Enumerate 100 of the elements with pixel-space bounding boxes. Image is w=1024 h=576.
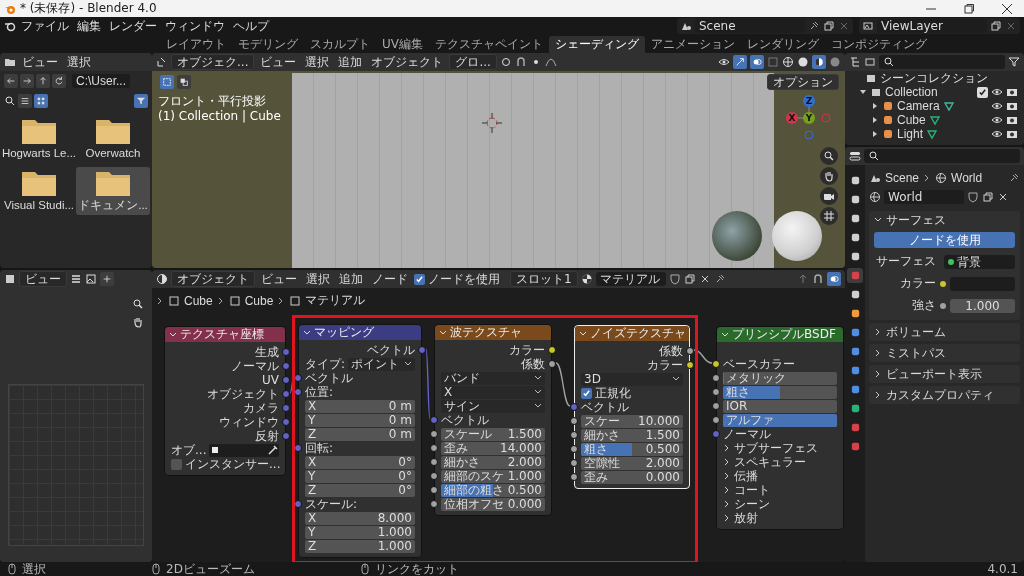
menu-item[interactable]: オブジェクト bbox=[368, 55, 447, 69]
checkbox[interactable] bbox=[171, 458, 182, 470]
expand-triangle-icon[interactable] bbox=[859, 88, 867, 96]
workspace-tab[interactable]: スカルプト bbox=[304, 36, 376, 53]
camera-icon[interactable] bbox=[820, 187, 838, 205]
number-field[interactable]: 位相オフセ 0.000 bbox=[441, 497, 545, 511]
select-mode-icon[interactable] bbox=[177, 75, 191, 89]
socket-dot[interactable] bbox=[940, 302, 946, 309]
dropdown[interactable]: X bbox=[441, 385, 545, 399]
folder-item[interactable]: Visual Studi... bbox=[2, 167, 76, 215]
camera-icon[interactable] bbox=[1006, 128, 1018, 140]
material-field[interactable]: マテリアル bbox=[595, 272, 666, 286]
socket-dot[interactable] bbox=[712, 402, 720, 410]
number-field[interactable]: 細かさ 1.500 bbox=[581, 428, 683, 442]
number-field[interactable]: X 0° bbox=[305, 455, 415, 469]
use-nodes-button[interactable]: ノードを使用 bbox=[874, 232, 1015, 248]
chevron-down-icon[interactable] bbox=[303, 328, 311, 337]
options-dropdown[interactable]: オプション bbox=[767, 74, 839, 90]
light-data-icon[interactable] bbox=[926, 128, 939, 140]
socket-dot[interactable] bbox=[430, 458, 438, 466]
eye-icon[interactable] bbox=[718, 56, 730, 68]
dropdown[interactable]: サイン bbox=[441, 399, 545, 413]
select-box-icon[interactable] bbox=[160, 75, 174, 89]
outliner-icon[interactable] bbox=[849, 56, 861, 68]
blender-logo-icon[interactable] bbox=[4, 20, 16, 32]
object-field[interactable] bbox=[209, 443, 279, 457]
menu-item[interactable]: 追加 bbox=[336, 272, 366, 286]
menu-item[interactable]: ファイル bbox=[18, 19, 72, 33]
node-header[interactable]: 波テクスチャ bbox=[435, 325, 551, 340]
zoom-icon[interactable] bbox=[820, 147, 838, 165]
gizmo-icon[interactable] bbox=[733, 55, 747, 69]
material-shading-icon[interactable] bbox=[812, 55, 826, 69]
socket-dot[interactable] bbox=[570, 403, 578, 411]
socket-dot[interactable] bbox=[282, 404, 290, 412]
pin-icon[interactable] bbox=[1008, 172, 1020, 184]
number-field[interactable]: Z 1.000 bbox=[305, 539, 415, 553]
socket-dot[interactable] bbox=[430, 430, 438, 438]
panel-header[interactable]: ビューポート表示 bbox=[869, 365, 1020, 383]
node-header[interactable]: マッピング bbox=[299, 325, 421, 340]
socket-dot[interactable] bbox=[570, 459, 578, 467]
camera-icon[interactable] bbox=[1006, 100, 1018, 112]
mesh-data-icon[interactable] bbox=[928, 114, 941, 126]
pivot-icon[interactable] bbox=[499, 56, 512, 68]
chevron-down-icon[interactable] bbox=[169, 330, 177, 339]
camera-icon[interactable] bbox=[1006, 114, 1018, 126]
workspace-tab[interactable]: シェーディング bbox=[549, 36, 645, 53]
snap-icon[interactable] bbox=[514, 56, 527, 68]
number-field[interactable]: Y 0° bbox=[305, 469, 415, 483]
socket-dot[interactable] bbox=[548, 346, 556, 354]
socket-dot[interactable] bbox=[712, 374, 720, 382]
node-header[interactable]: プリンシプルBSDF bbox=[717, 327, 843, 342]
socket-dot[interactable] bbox=[570, 431, 578, 439]
view-layer-field[interactable]: ViewLayer bbox=[877, 19, 987, 33]
strength-field[interactable]: 1.000 bbox=[950, 298, 1015, 313]
number-field[interactable]: 空隙性 2.000 bbox=[581, 456, 683, 470]
checkbox[interactable] bbox=[977, 86, 988, 98]
world-field[interactable]: World bbox=[884, 190, 964, 204]
dropdown[interactable]: ポイント bbox=[348, 357, 415, 371]
grid-icon[interactable] bbox=[820, 207, 838, 225]
socket-dot[interactable] bbox=[430, 472, 438, 480]
snap-icon[interactable] bbox=[812, 273, 824, 285]
refresh-icon[interactable] bbox=[52, 74, 66, 88]
menu-item[interactable]: ビュー bbox=[19, 55, 61, 69]
shield-icon[interactable] bbox=[668, 273, 681, 285]
search-field[interactable] bbox=[879, 55, 1005, 69]
socket-dot[interactable] bbox=[282, 432, 290, 440]
expand-triangle-icon[interactable] bbox=[871, 116, 879, 124]
number-field[interactable]: Z 0 m bbox=[305, 427, 415, 441]
properties-icon[interactable] bbox=[849, 150, 861, 162]
expand-triangle-icon[interactable] bbox=[871, 102, 879, 110]
eyedropper-icon[interactable] bbox=[267, 444, 279, 456]
workspace-tab[interactable]: レイアウト bbox=[160, 36, 232, 53]
menu-item[interactable]: 編集 bbox=[74, 19, 104, 33]
workspace-tab[interactable]: コンポジティング bbox=[825, 36, 933, 53]
socket-dot[interactable] bbox=[430, 416, 438, 424]
node-header[interactable]: テクスチャ座標 bbox=[165, 327, 285, 342]
transform-icon[interactable] bbox=[156, 56, 168, 68]
number-field[interactable]: スケール 1.500 bbox=[441, 427, 545, 441]
socket-dot[interactable] bbox=[282, 418, 290, 426]
thumbnail-view-icon[interactable] bbox=[34, 94, 48, 108]
falloff-icon[interactable] bbox=[544, 56, 557, 68]
eye-icon[interactable] bbox=[991, 86, 1003, 98]
breadcrumb-item[interactable]: Cube bbox=[244, 293, 274, 308]
socket-dot[interactable] bbox=[294, 388, 302, 396]
hand-icon[interactable] bbox=[132, 316, 144, 328]
menu-item[interactable]: ヘルプ bbox=[230, 19, 272, 33]
number-field[interactable]: スケー 10.000 bbox=[581, 414, 683, 428]
menu-item[interactable]: 選択 bbox=[303, 272, 333, 286]
use-nodes-checkbox[interactable] bbox=[414, 273, 425, 285]
socket-dot[interactable] bbox=[430, 444, 438, 452]
eye-icon[interactable] bbox=[991, 114, 1003, 126]
socket-dot[interactable] bbox=[294, 444, 302, 452]
number-field[interactable]: 歪み 14.000 bbox=[441, 441, 545, 455]
folder-item[interactable]: Overwatch bbox=[76, 115, 150, 163]
menu-item[interactable]: 選択 bbox=[64, 55, 94, 69]
socket-dot[interactable] bbox=[294, 500, 302, 508]
number-field[interactable]: IOR bbox=[723, 399, 837, 413]
display-mode-icon[interactable] bbox=[864, 56, 876, 68]
tree-item[interactable]: Cube bbox=[897, 113, 926, 127]
pin-icon[interactable] bbox=[808, 20, 820, 32]
